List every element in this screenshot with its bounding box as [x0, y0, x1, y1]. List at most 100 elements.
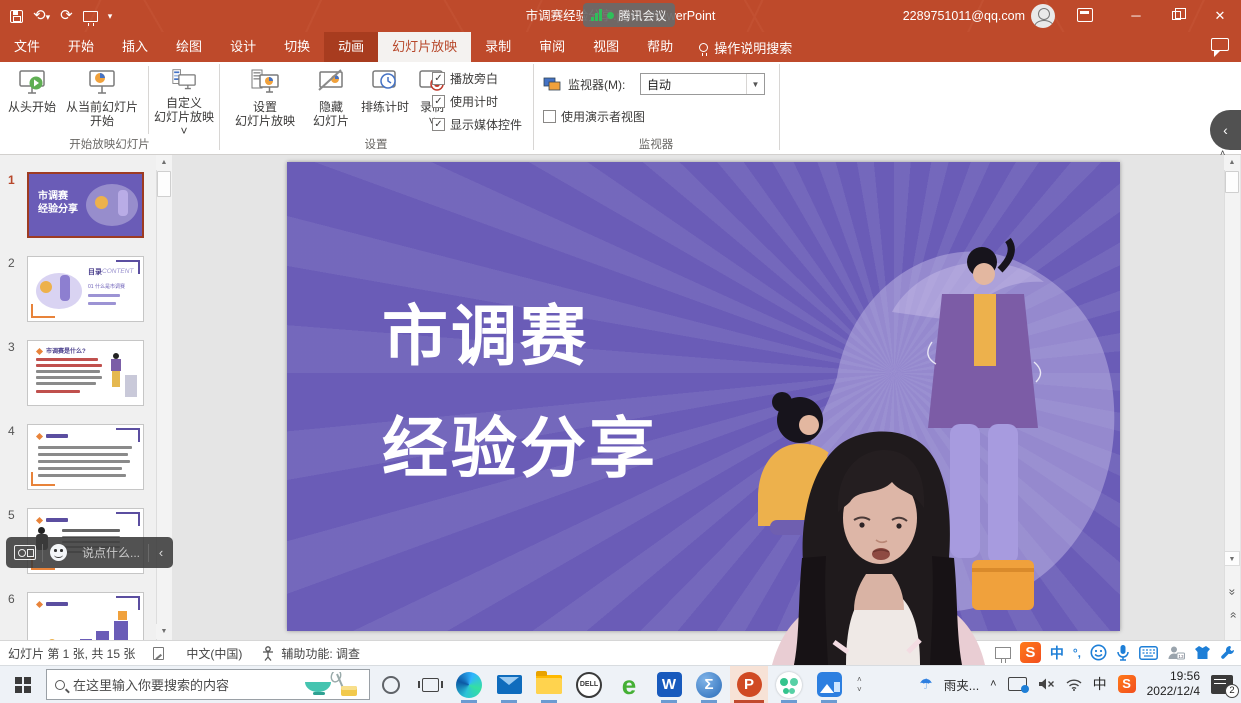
taskbar-app-edge[interactable]: [450, 666, 488, 703]
emoji-picker-icon[interactable]: [1090, 644, 1107, 661]
screen-share-icon[interactable]: [1008, 677, 1027, 691]
tencent-meeting-badge[interactable]: 腾讯会议: [583, 3, 675, 27]
main-scrollbar-thumb[interactable]: [1225, 171, 1239, 193]
main-scrollbar[interactable]: [1224, 155, 1240, 640]
slide-title[interactable]: 市调赛 经验分享: [382, 280, 658, 504]
skin-shirt-icon[interactable]: [1194, 645, 1211, 660]
tell-me-search[interactable]: 操作说明搜索: [687, 32, 804, 62]
close-button[interactable]: ✕: [1199, 0, 1241, 32]
accessibility-status[interactable]: 辅助功能: 调查: [281, 645, 360, 662]
show-media-controls-checkbox[interactable]: ✓ 显示媒体控件: [432, 116, 522, 133]
rehearse-timings-button[interactable]: 排练计时: [358, 64, 412, 138]
start-button[interactable]: [0, 666, 46, 703]
tab-record[interactable]: 录制: [471, 32, 525, 62]
taskbar-app-sigma[interactable]: Σ: [690, 666, 728, 703]
minimize-button[interactable]: ─: [1115, 0, 1157, 32]
from-beginning-label: 从头开始: [8, 100, 56, 114]
tab-review[interactable]: 审阅: [525, 32, 579, 62]
tray-sogou-icon[interactable]: S: [1118, 675, 1136, 693]
webcam-icon[interactable]: [14, 545, 36, 560]
sogou-logo-icon[interactable]: S: [1020, 642, 1041, 663]
tab-home[interactable]: 开始: [54, 32, 108, 62]
from-beginning-button[interactable]: 从头开始: [6, 64, 58, 138]
previous-slide-button[interactable]: »: [1224, 585, 1240, 601]
decor: [116, 428, 140, 442]
task-view-icon[interactable]: [422, 678, 439, 692]
taskbar-app-tencent-meeting[interactable]: [770, 666, 808, 703]
play-narrations-checkbox[interactable]: ✓ 播放旁白: [432, 70, 498, 87]
volume-muted-icon[interactable]: [1038, 677, 1055, 691]
ribbon-display-options-icon[interactable]: [1077, 8, 1093, 22]
taskbar-app-word[interactable]: W: [650, 666, 688, 703]
taskbar-app-mail[interactable]: [490, 666, 528, 703]
monitor-dropdown[interactable]: 自动 ▼: [640, 73, 765, 95]
account-email[interactable]: 2289751011@qq.com: [903, 0, 1025, 32]
main-scroll-down-arrow[interactable]: ▼: [1224, 551, 1240, 566]
hidden-icons-chevron[interactable]: ˄: [990, 678, 996, 690]
custom-slideshow-button[interactable]: 自定义 幻灯片放映 ˅: [152, 64, 216, 138]
hide-slide-button[interactable]: 隐藏 幻灯片: [306, 64, 356, 138]
comments-icon[interactable]: [1211, 38, 1229, 51]
search-highlight-food-icon[interactable]: [303, 672, 361, 698]
umbrella-weather-icon[interactable]: ☂: [919, 675, 932, 693]
restore-button[interactable]: [1157, 0, 1199, 32]
slide-thumbnail-2[interactable]: 目录 CONTENT 01 什么是市调赛: [27, 256, 144, 322]
scroll-down-arrow[interactable]: ▼: [156, 624, 172, 639]
taskbar-scroll-arrows[interactable]: ˄˅: [857, 676, 862, 694]
emoji-icon[interactable]: [50, 544, 67, 561]
slide-thumbnail-6[interactable]: [27, 592, 144, 640]
tray-ime-mode[interactable]: 中: [1093, 674, 1107, 694]
scroll-up-arrow[interactable]: ▲: [156, 155, 172, 170]
login-account-icon[interactable]: 13: [1167, 645, 1185, 661]
slide-thumbnail-3[interactable]: 市调赛是什么?: [27, 340, 144, 406]
chat-input[interactable]: 说点什么...: [74, 544, 148, 561]
setup-slideshow-label: 设置 幻灯片放映: [235, 100, 295, 128]
scrollbar-thumb[interactable]: [157, 171, 171, 197]
network-signal-icon[interactable]: [1066, 678, 1082, 691]
tab-design[interactable]: 设计: [216, 32, 270, 62]
taskbar-app-360-browser[interactable]: e: [610, 666, 648, 703]
slide-counter[interactable]: 幻灯片 第 1 张, 共 15 张: [8, 645, 135, 662]
soft-keyboard-icon[interactable]: [1139, 646, 1158, 660]
taskbar-app-file-explorer[interactable]: [530, 666, 568, 703]
avatar[interactable]: [1031, 4, 1055, 28]
notes-icon[interactable]: [153, 647, 164, 660]
use-timings-checkbox[interactable]: ✓ 使用计时: [432, 93, 498, 110]
notification-center-icon[interactable]: 2: [1211, 675, 1233, 694]
ime-settings-wrench-icon[interactable]: [1220, 645, 1235, 660]
from-current-slide-button[interactable]: 从当前幻灯片 开始: [58, 64, 146, 138]
cortana-icon[interactable]: [382, 676, 400, 694]
language-status[interactable]: 中文(中国): [186, 645, 242, 662]
chat-collapse-icon[interactable]: ‹: [149, 545, 173, 560]
tab-view[interactable]: 视图: [579, 32, 633, 62]
tab-insert[interactable]: 插入: [108, 32, 162, 62]
slide-thumbnail-4[interactable]: [27, 424, 144, 490]
taskbar-app-powerpoint[interactable]: P: [730, 666, 768, 703]
punctuation-icon[interactable]: °,: [1073, 646, 1081, 660]
main-scroll-up-arrow[interactable]: ▲: [1224, 155, 1240, 170]
presenter-view-checkbox[interactable]: 使用演示者视图: [543, 108, 645, 125]
clock[interactable]: 19:56 2022/12/4: [1147, 669, 1200, 699]
taskbar-app-docs[interactable]: [810, 666, 848, 703]
taskbar-search[interactable]: 在这里输入你要搜索的内容: [46, 669, 370, 700]
monitor-label: 监视器(M):: [568, 76, 625, 93]
voice-input-icon[interactable]: [1116, 644, 1130, 661]
setup-slideshow-button[interactable]: 设置 幻灯片放映: [226, 64, 304, 138]
tab-draw[interactable]: 绘图: [162, 32, 216, 62]
tab-transitions[interactable]: 切换: [270, 32, 324, 62]
powerpoint-icon: P: [737, 672, 762, 697]
slide-thumbnail-1[interactable]: 市调赛 经验分享: [27, 172, 144, 238]
weather-text[interactable]: 雨夹...: [944, 675, 979, 694]
tab-help[interactable]: 帮助: [633, 32, 687, 62]
thumb1-title: 市调赛 经验分享: [38, 190, 78, 216]
system-tray: ☂ 雨夹... ˄ 中 S 19:56 2022/12/4 2: [919, 665, 1241, 703]
thumb-number: 1: [8, 173, 15, 187]
tab-file[interactable]: 文件: [0, 32, 54, 62]
rehearse-timings-label: 排练计时: [361, 100, 409, 114]
taskbar-app-dell[interactable]: DELL: [570, 666, 608, 703]
tab-animations[interactable]: 动画: [324, 32, 378, 62]
ime-mode-chinese[interactable]: 中: [1050, 643, 1064, 663]
tab-slideshow[interactable]: 幻灯片放映: [378, 32, 471, 62]
webcam-presenter-overlay[interactable]: [742, 428, 1015, 665]
next-slide-button[interactable]: »: [1224, 608, 1240, 624]
